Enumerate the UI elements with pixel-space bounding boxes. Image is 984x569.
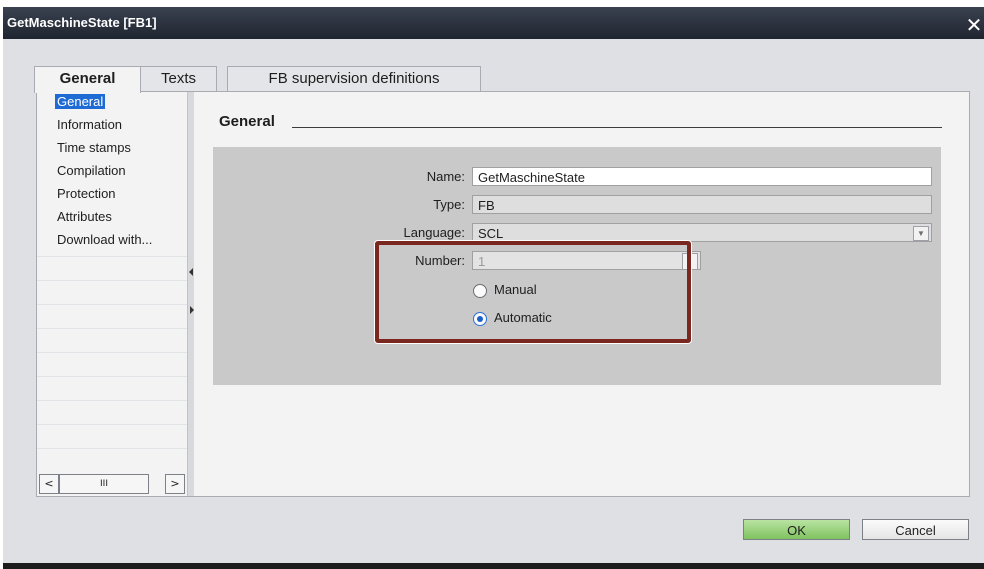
nav-divider xyxy=(37,424,187,425)
nav-divider xyxy=(37,352,187,353)
highlight-frame xyxy=(375,241,691,343)
sidebar-item-time-stamps[interactable]: Time stamps xyxy=(57,140,131,155)
language-label: Language: xyxy=(403,225,465,240)
type-label: Type: xyxy=(433,197,465,212)
nav-divider xyxy=(37,280,187,281)
type-field: FB xyxy=(472,195,932,214)
ok-button[interactable]: OK xyxy=(743,519,850,540)
scroll-thumb[interactable]: III xyxy=(59,474,149,494)
language-select[interactable]: SCL ▼ xyxy=(472,223,932,242)
sidebar-item-compilation[interactable]: Compilation xyxy=(57,163,126,178)
sidebar-nav: General Information Time stamps Compilat… xyxy=(37,92,187,496)
window-bottom-edge xyxy=(3,563,984,569)
section-divider xyxy=(292,127,942,128)
sidebar-item-attributes[interactable]: Attributes xyxy=(57,209,112,224)
cancel-button[interactable]: Cancel xyxy=(862,519,969,540)
dialog-title: GetMaschineState [FB1] xyxy=(7,15,157,30)
title-bar[interactable]: GetMaschineState [FB1] ✕ xyxy=(3,7,984,39)
nav-divider xyxy=(37,328,187,329)
tab-fb-supervision-definitions[interactable]: FB supervision definitions xyxy=(227,66,481,91)
sidebar-item-information[interactable]: Information xyxy=(57,117,122,132)
nav-divider xyxy=(37,376,187,377)
nav-divider xyxy=(37,448,187,449)
tab-texts[interactable]: Texts xyxy=(140,66,217,91)
nav-divider xyxy=(37,304,187,305)
close-icon[interactable]: ✕ xyxy=(964,13,984,37)
sidebar-item-protection[interactable]: Protection xyxy=(57,186,116,201)
collapse-left-icon[interactable] xyxy=(189,268,193,276)
scroll-left-button[interactable]: < xyxy=(39,474,59,494)
language-value: SCL xyxy=(478,226,504,241)
section-title: General xyxy=(219,113,275,130)
nav-divider xyxy=(37,256,187,257)
nav-divider xyxy=(37,400,187,401)
scroll-right-button[interactable]: > xyxy=(165,474,185,494)
chevron-down-icon[interactable]: ▼ xyxy=(913,226,929,241)
tab-general[interactable]: General xyxy=(34,66,141,93)
name-label: Name: xyxy=(426,169,465,184)
sidebar-item-general[interactable]: General xyxy=(55,94,106,109)
name-field[interactable]: GetMaschineState xyxy=(472,167,932,186)
horizontal-scrollbar[interactable]: < III > xyxy=(37,474,187,494)
sidebar-item-download-with[interactable]: Download with... xyxy=(57,232,152,247)
